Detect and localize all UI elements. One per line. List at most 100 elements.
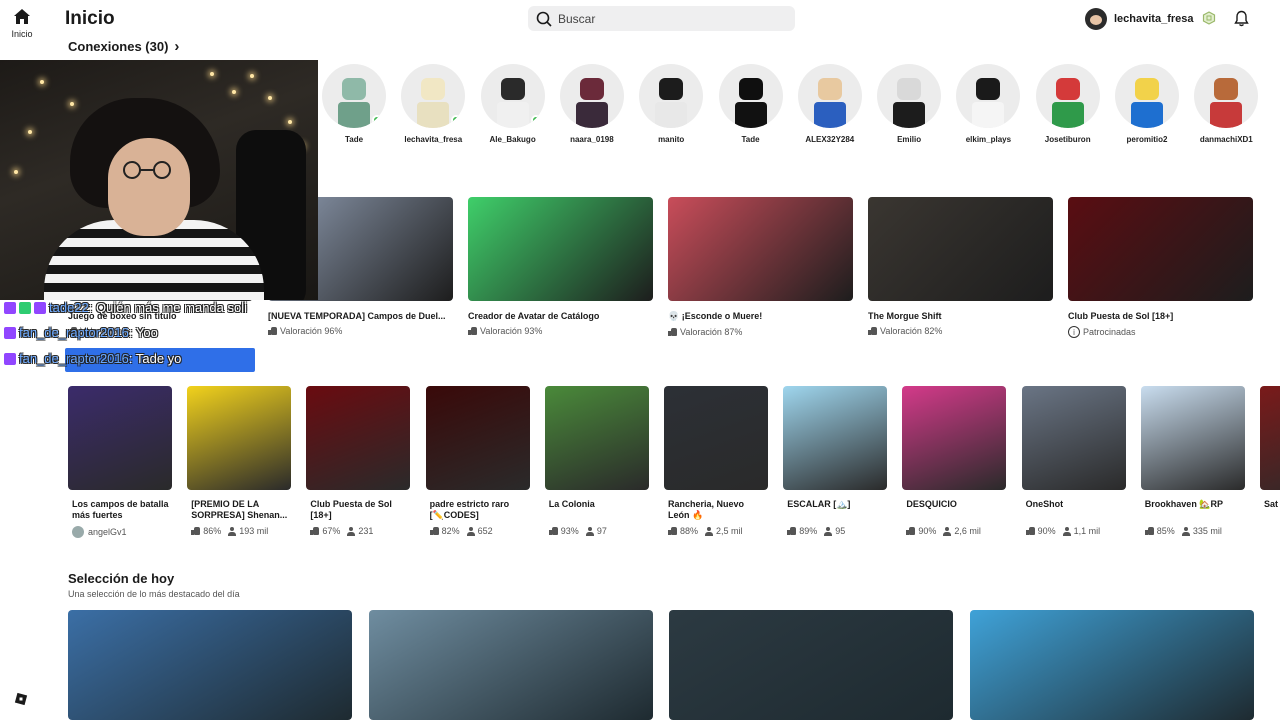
friend-avatar [1194, 64, 1259, 128]
game-card-wide[interactable]: Club Puesta de Sol [18+] i Patrocinadas [1068, 197, 1253, 338]
friend-avatar [797, 64, 862, 128]
friend-name: lechavita_fresa [404, 135, 463, 144]
user-menu[interactable]: lechavita_fresa [1085, 8, 1194, 30]
game-card[interactable]: padre estricto raro [✏️CODES] 82% 652 [425, 386, 530, 536]
game-title: Creador de Avatar de Catálogo [468, 311, 600, 321]
chat-badge-icon [34, 301, 46, 314]
game-title: OneShot [1025, 499, 1064, 509]
friend-tile[interactable]: manito [635, 64, 707, 144]
featured-game-card[interactable] [669, 610, 953, 720]
friend-tile[interactable]: Tade [715, 64, 787, 144]
game-rating: 86% [203, 526, 222, 536]
game-card[interactable]: [PREMIO DE LA SORPRESA] Shenan... 86% 193 … [187, 386, 292, 536]
featured-game-card[interactable] [969, 610, 1254, 720]
game-card[interactable]: Sat [1260, 386, 1280, 526]
friend-avatar [956, 64, 1021, 128]
friend-avatar [559, 64, 624, 128]
game-card[interactable]: Los campos de batalla más fuertes angelGv… [68, 386, 172, 538]
featured-game-card[interactable] [368, 610, 653, 720]
friend-tile[interactable]: Ale_Bakugo [477, 64, 549, 144]
friend-name: peromitio2 [1126, 135, 1168, 144]
friend-avatar [877, 64, 942, 128]
online-status-dot [451, 115, 462, 125]
game-thumbnail [1068, 197, 1253, 301]
game-title: ESCALAR [🏔️] [787, 499, 851, 509]
roblox-home-page: Inicio Inicio lechavita_fresa Conexiones… [0, 0, 1280, 720]
game-card-wide[interactable]: 💀 ¡Esconde o Muere! Valoración 87% [668, 197, 853, 337]
username: lechavita_fresa [1114, 13, 1194, 25]
game-card[interactable]: ESCALAR [🏔️] 89% 95 [783, 386, 888, 536]
robux-icon[interactable] [1202, 11, 1216, 30]
game-card-wide[interactable]: The Morgue Shift Valoración 82% [868, 197, 1053, 336]
game-rating: 82% [441, 526, 460, 536]
streamer-webcam [0, 60, 318, 300]
game-card-wide[interactable]: Creador de Avatar de Catálogo Valoración … [468, 197, 653, 336]
friend-name: manito [658, 135, 685, 144]
friend-tile[interactable]: Josetiburon [1032, 64, 1104, 144]
friend-tile[interactable]: Tade [318, 64, 390, 144]
chat-message: fan_de_raptor2016: Yoo [4, 325, 158, 340]
thumbs-up-icon [468, 327, 477, 335]
game-meta: Valoración 93% [468, 326, 653, 336]
friend-tile[interactable]: ALEX32Y284 [794, 64, 866, 144]
friend-avatar [639, 64, 704, 128]
game-thumbnail [544, 386, 649, 490]
game-meta: 67% 231 [306, 526, 410, 536]
game-thumbnail [902, 386, 1007, 490]
friend-tile[interactable]: lechavita_fresa [397, 64, 469, 144]
friend-tile[interactable]: elkim_plays [952, 64, 1024, 144]
friend-avatar [480, 64, 545, 128]
game-meta: 89% 95 [783, 526, 887, 536]
game-rating: Valoración 93% [480, 326, 543, 336]
thumbs-up-icon [787, 527, 797, 535]
info-icon: i [1068, 326, 1080, 338]
game-card[interactable]: OneShot 90% 1,1 mil [1021, 386, 1126, 536]
game-title: [NUEVA TEMPORADA] Campos de Duel... [268, 311, 446, 321]
friend-tile[interactable]: peromitio2 [1111, 64, 1183, 144]
featured-game-card[interactable] [68, 610, 352, 720]
friend-avatar [401, 64, 466, 128]
thumbs-up-icon [668, 527, 677, 535]
game-rating: Valoración 96% [280, 326, 343, 336]
game-meta: 85% 335 mil [1141, 526, 1245, 536]
game-card[interactable]: La Colonia 93% 97 [544, 386, 649, 536]
game-card[interactable]: Brookhaven 🏡RP 85% 335 mil [1140, 386, 1245, 536]
friend-tile[interactable]: naara_0198 [556, 64, 628, 144]
game-players: 193 mil [239, 526, 269, 536]
friend-name: Josetiburon [1044, 135, 1091, 144]
game-thumbnail [783, 386, 888, 490]
roblox-logo-icon[interactable] [14, 692, 28, 711]
nav-home[interactable]: Inicio [6, 8, 38, 39]
thumbs-up-icon [191, 527, 201, 535]
chat-badge-icon [4, 326, 16, 339]
search-bar[interactable] [528, 6, 795, 31]
game-card[interactable]: Rancheria, Nuevo León 🔥 88% 2,5 mil [664, 386, 768, 536]
game-rating: Patrocinadas [1083, 327, 1136, 337]
game-meta: i Patrocinadas [1068, 326, 1253, 338]
game-title: Sat [1264, 499, 1279, 509]
game-players: 231 [358, 526, 374, 536]
chat-username: fan_de_raptor2016 [19, 351, 129, 366]
friend-tile[interactable]: Emilio [873, 64, 945, 144]
chat-message: tade22: Quién más me manda soli [4, 300, 247, 315]
game-title: Club Puesta de Sol [18+] [310, 499, 392, 520]
daily-section-title: Selección de hoy [68, 571, 175, 586]
notifications-bell-icon[interactable] [1234, 10, 1249, 32]
game-card[interactable]: DESQUICIO 90% 2,6 mil [902, 386, 1007, 536]
friend-avatar [322, 64, 386, 128]
friend-avatar [718, 64, 783, 128]
game-meta: 86% 193 mil [187, 526, 291, 536]
game-title: The Morgue Shift [868, 311, 942, 321]
game-thumbnail [468, 197, 653, 301]
game-thumbnail [1140, 386, 1245, 490]
game-rating: 90% [918, 526, 937, 536]
connections-heading[interactable]: Conexiones (30) › [68, 38, 179, 55]
avatar [1085, 8, 1107, 30]
players-icon [228, 526, 237, 536]
game-rating: 93% [560, 526, 579, 536]
game-meta: 82% 652 [426, 526, 530, 536]
game-card[interactable]: Club Puesta de Sol [18+] 67% 231 [306, 386, 411, 536]
players-icon [705, 526, 714, 536]
friend-tile[interactable]: danmachiXD1 [1190, 64, 1262, 144]
search-input[interactable] [558, 11, 778, 26]
